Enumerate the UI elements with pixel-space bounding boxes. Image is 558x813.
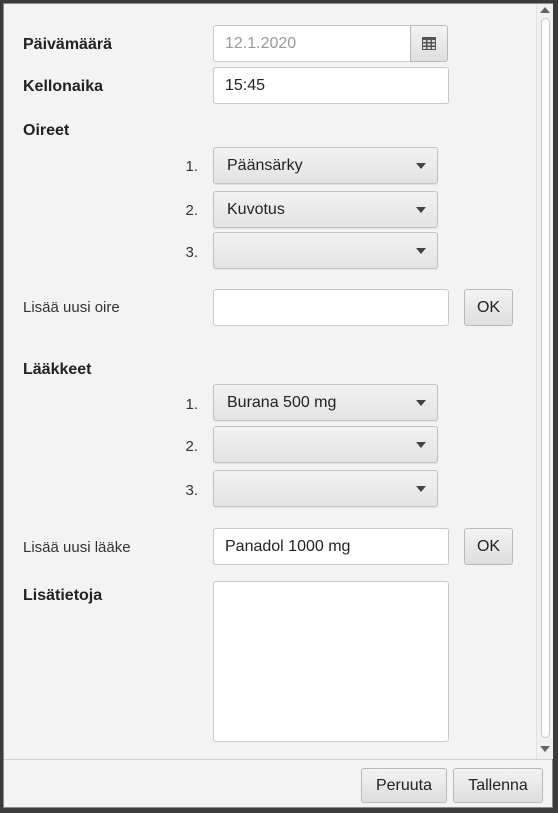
add-medicine-ok-button[interactable]: OK	[464, 528, 513, 565]
medicine-select-value: Burana 500 mg	[227, 393, 337, 411]
chevron-down-icon	[416, 162, 426, 169]
chevron-down-icon	[416, 441, 426, 448]
add-symptom-input[interactable]	[213, 289, 449, 326]
time-label: Kellonaika	[23, 78, 104, 95]
medicine-number: 3.	[185, 482, 198, 499]
add-medicine-input[interactable]: Panadol 1000 mg	[213, 528, 449, 565]
dialog-window: Päivämäärä 12.1.2020 Kellonaika 15:45 Oi…	[3, 3, 553, 808]
symptom-number: 2.	[185, 202, 198, 219]
symptom-select-3[interactable]	[213, 232, 438, 269]
symptom-select-1[interactable]: Päänsärky	[213, 147, 438, 184]
add-symptom-label: Lisää uusi oire	[23, 299, 120, 316]
vertical-scrollbar[interactable]	[536, 4, 553, 759]
medicine-select-1[interactable]: Burana 500 mg	[213, 384, 438, 421]
symptom-select-value: Kuvotus	[227, 200, 285, 218]
chevron-down-icon	[416, 206, 426, 213]
calendar-icon	[422, 37, 436, 50]
chevron-down-icon	[416, 485, 426, 492]
chevron-down-icon	[416, 399, 426, 406]
time-field[interactable]: 15:45	[213, 67, 449, 104]
symptom-number: 1.	[185, 158, 198, 175]
symptom-number: 3.	[185, 244, 198, 261]
cancel-button[interactable]: Peruuta	[361, 768, 447, 803]
medicine-number: 1.	[185, 396, 198, 413]
dialog-footer: Peruuta Tallenna	[4, 759, 552, 807]
scroll-up-icon[interactable]	[540, 7, 550, 13]
medicine-select-2[interactable]	[213, 426, 438, 463]
add-medicine-label: Lisää uusi lääke	[23, 539, 131, 556]
scrollbar-thumb[interactable]	[541, 18, 550, 738]
notes-label: Lisätietoja	[23, 587, 103, 604]
symptoms-label: Oireet	[23, 122, 70, 139]
date-picker-button[interactable]	[410, 25, 448, 62]
medicine-number: 2.	[185, 438, 198, 455]
scroll-down-icon[interactable]	[540, 746, 550, 752]
date-label: Päivämäärä	[23, 36, 112, 53]
add-symptom-ok-button[interactable]: OK	[464, 289, 513, 326]
medicines-label: Lääkkeet	[23, 361, 92, 378]
date-field[interactable]: 12.1.2020	[213, 25, 411, 62]
chevron-down-icon	[416, 247, 426, 254]
notes-textarea[interactable]	[213, 581, 449, 742]
symptom-select-2[interactable]: Kuvotus	[213, 191, 438, 228]
save-button[interactable]: Tallenna	[453, 768, 543, 803]
medicine-select-3[interactable]	[213, 470, 438, 507]
symptom-select-value: Päänsärky	[227, 156, 303, 174]
